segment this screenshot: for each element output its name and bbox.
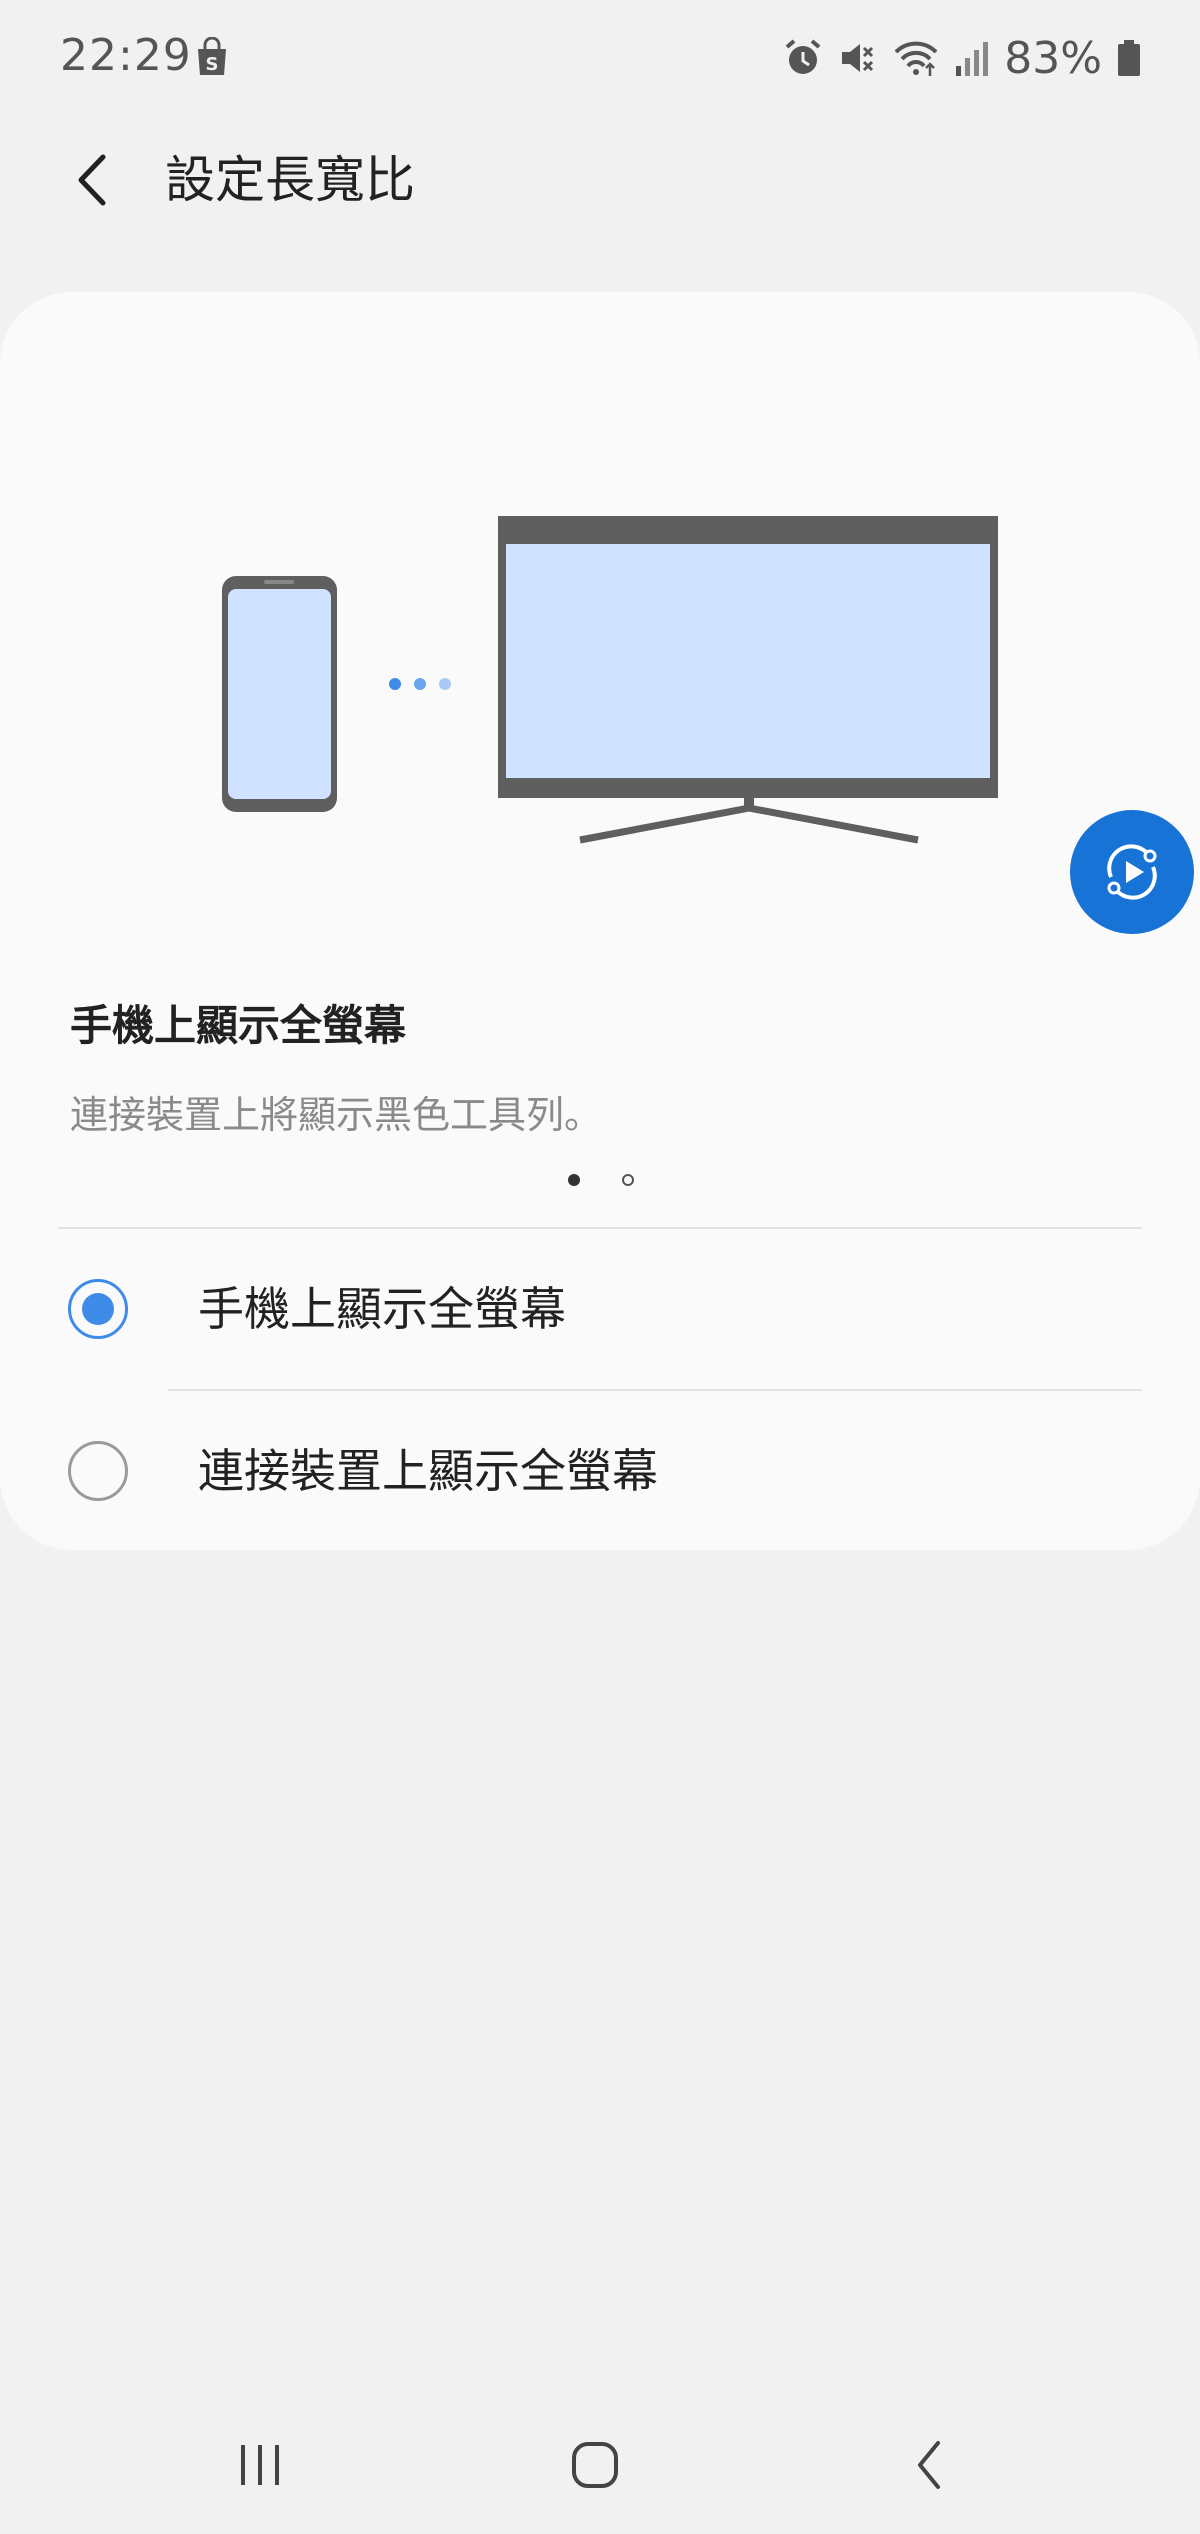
app-header: 設定長寬比: [0, 115, 1200, 235]
page-indicator[interactable]: [566, 1170, 646, 1190]
home-icon: [572, 2442, 618, 2488]
status-bar: 22:29 S 83%: [0, 0, 1200, 115]
back-nav-button[interactable]: [890, 2430, 970, 2500]
chevron-left-icon: [78, 154, 106, 206]
signal-icon: [956, 42, 989, 76]
play-preview-button[interactable]: [1070, 810, 1194, 934]
recents-icon: [241, 2445, 279, 2485]
phone-graphic: [222, 576, 337, 812]
back-button[interactable]: [58, 145, 128, 215]
svg-text:S: S: [206, 54, 219, 75]
description-title: 手機上顯示全螢幕: [70, 1001, 407, 1050]
tv-graphic: [498, 516, 998, 844]
play-cycle-icon: [1107, 844, 1157, 900]
recents-button[interactable]: [220, 2430, 300, 2500]
option-label: 連接裝置上顯示全螢幕: [198, 1444, 658, 1498]
battery-percent: 83%: [1004, 32, 1102, 84]
connection-dot: [439, 678, 451, 690]
connection-dot: [389, 678, 401, 690]
radio-button-checked[interactable]: [68, 1279, 128, 1339]
device-illustration: [222, 516, 998, 844]
option-phone-fullscreen[interactable]: 手機上顯示全螢幕: [0, 1229, 1200, 1389]
back-icon: [918, 2441, 940, 2489]
status-time: 22:29: [60, 30, 192, 81]
mute-icon: [842, 44, 874, 72]
option-device-fullscreen[interactable]: 連接裝置上顯示全螢幕: [0, 1391, 1200, 1551]
wifi-icon: [894, 41, 938, 76]
description-text: 連接裝置上將顯示黑色工具列。: [70, 1093, 603, 1137]
shopping-bag-icon: S: [198, 37, 226, 75]
connection-dot: [414, 678, 426, 690]
navigation-bar: [0, 2390, 1200, 2534]
radio-button-unchecked[interactable]: [68, 1441, 128, 1501]
alarm-icon: [785, 39, 821, 74]
page-dot-inactive[interactable]: [622, 1174, 634, 1186]
page-dot-active[interactable]: [568, 1174, 580, 1186]
battery-icon: [1118, 40, 1140, 76]
option-label: 手機上顯示全螢幕: [198, 1282, 566, 1336]
page-title: 設定長寬比: [165, 151, 415, 209]
home-button[interactable]: [555, 2430, 635, 2500]
aspect-ratio-card: 手機上顯示全螢幕 連接裝置上將顯示黑色工具列。 手機上顯示全螢幕 連接裝置上顯示…: [0, 292, 1200, 1550]
status-icons: 83%: [782, 28, 1142, 88]
